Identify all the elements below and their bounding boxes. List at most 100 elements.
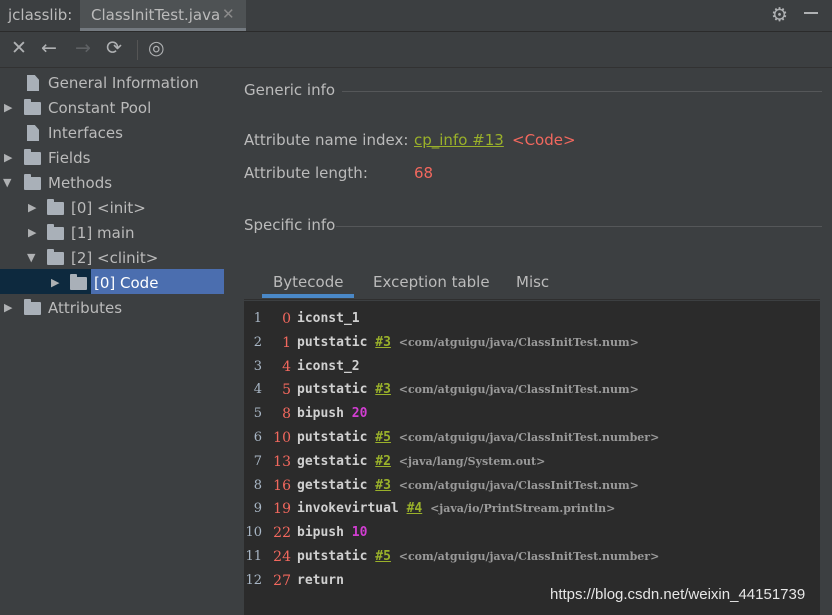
expand-arrow-icon[interactable]: ▶ <box>28 196 36 220</box>
attribute-length-row: Attribute length: 68 <box>244 164 433 182</box>
line-number: 6 <box>253 430 262 445</box>
tab-exception-table[interactable]: Exception table <box>373 273 490 291</box>
collapse-arrow-icon[interactable]: ▼ <box>27 246 35 270</box>
bytecode-offset: 13 <box>273 453 291 470</box>
browser-globe-icon[interactable]: ◎ <box>148 37 165 59</box>
tree-item-code-selected[interactable]: ▶ [0] Code <box>0 271 230 295</box>
bytecode-instruction: return <box>297 572 344 588</box>
tree-item-method-init[interactable]: ▶ [0] <init> <box>0 196 230 220</box>
line-number: 5 <box>253 406 262 422</box>
tab-close-icon[interactable]: ✕ <box>222 5 235 23</box>
attribute-length-label: Attribute length: <box>244 164 368 182</box>
tree-item-fields[interactable]: ▶ Fields <box>0 146 230 170</box>
line-number: 12 <box>245 572 262 588</box>
refresh-icon[interactable]: ⟳ <box>106 37 122 59</box>
bytecode-instruction: putstatic #5 <com/atguigu/java/ClassInit… <box>297 549 660 564</box>
expand-arrow-icon[interactable]: ▶ <box>4 96 12 120</box>
tree-item-general-information[interactable]: General Information <box>0 71 230 95</box>
expand-arrow-icon[interactable]: ▶ <box>4 146 12 170</box>
constant-pool-link[interactable]: #5 <box>375 549 391 564</box>
bytecode-offset: 10 <box>273 430 291 446</box>
line-number: 2 <box>253 334 262 350</box>
bytecode-instruction: bipush 10 <box>297 525 368 541</box>
bytecode-offset: 19 <box>273 501 291 518</box>
forward-arrow-icon[interactable]: → <box>75 37 91 59</box>
tree-item-constant-pool[interactable]: ▶ Constant Pool <box>0 96 230 120</box>
line-number: 9 <box>253 501 262 517</box>
constant-pool-link[interactable]: #3 <box>375 478 391 493</box>
line-number: 8 <box>253 477 262 493</box>
minimize-icon[interactable] <box>804 12 818 14</box>
bytecode-instruction: getstatic #2 <java/lang/System.out> <box>297 453 546 469</box>
constant-pool-link[interactable]: #2 <box>375 454 391 469</box>
bytecode-comment: <java/lang/System.out> <box>398 454 546 468</box>
line-number: 1 <box>253 311 262 326</box>
bytecode-instruction: putstatic #3 <com/atguigu/java/ClassInit… <box>297 334 639 350</box>
bytecode-instruction: invokevirtual #4 <java/io/PrintStream.pr… <box>297 501 616 517</box>
active-tab-indicator <box>262 294 354 298</box>
tab-misc[interactable]: Misc <box>516 273 549 291</box>
folder-icon <box>70 274 87 290</box>
bytecode-offset: 5 <box>282 382 291 399</box>
file-tab[interactable]: ClassInitTest.java ✕ <box>80 0 246 31</box>
expand-arrow-icon[interactable]: ▶ <box>28 221 36 245</box>
section-divider <box>336 226 822 227</box>
line-number: 11 <box>245 549 262 564</box>
tree-item-label: Attributes <box>48 299 123 317</box>
section-divider <box>342 91 822 92</box>
bytecode-offset: 27 <box>273 572 291 589</box>
generic-info-heading: Generic info <box>244 81 336 99</box>
bytecode-instruction: iconst_2 <box>297 358 360 374</box>
back-arrow-icon[interactable]: ← <box>41 37 57 59</box>
tree-item-interfaces[interactable]: Interfaces <box>0 121 230 145</box>
bytecode-offset: 0 <box>282 311 291 327</box>
constant-pool-link[interactable]: #5 <box>375 430 391 445</box>
bytecode-comment: <java/io/PrintStream.println> <box>430 502 616 516</box>
tab-bar: jclasslib: ClassInitTest.java ✕ ⚙ <box>0 0 832 32</box>
line-number: 4 <box>253 382 262 398</box>
attribute-detail-panel: Generic info Attribute name index: cp_in… <box>232 68 832 615</box>
watermark: https://blog.csdn.net/weixin_44151739 <box>550 586 806 603</box>
bytecode-instruction: bipush 20 <box>297 406 368 422</box>
tree-item-label: Methods <box>48 174 113 192</box>
folder-icon <box>47 199 64 215</box>
specific-info-tabs: Bytecode Exception table Misc <box>244 267 820 300</box>
folder-icon <box>24 299 41 315</box>
cp-info-link[interactable]: cp_info #13 <box>414 131 504 149</box>
bytecode-listing[interactable]: 1 0 iconst_1 2 1 putstatic #3 <com/atguigu/ja… <box>244 301 820 615</box>
close-icon[interactable]: ✕ <box>11 37 27 59</box>
bytecode-offset: 24 <box>273 549 291 565</box>
tree-item-label: [0] Code <box>94 274 159 292</box>
tab-bytecode[interactable]: Bytecode <box>273 273 343 291</box>
expand-arrow-icon[interactable]: ▶ <box>51 271 59 295</box>
line-number: 7 <box>253 453 262 469</box>
immediate-operand: 10 <box>351 525 368 541</box>
bytecode-instruction: getstatic #3 <com/atguigu/java/ClassInit… <box>297 477 639 493</box>
collapse-arrow-icon[interactable]: ▼ <box>3 171 11 195</box>
gear-icon[interactable]: ⚙ <box>771 4 788 26</box>
bytecode-comment: <com/atguigu/java/ClassInitTest.num> <box>398 478 639 492</box>
constant-pool-link[interactable]: #3 <box>375 382 391 397</box>
constant-pool-link[interactable]: #4 <box>407 501 423 516</box>
attribute-name-index-label: Attribute name index: <box>244 131 409 149</box>
bytecode-offset: 1 <box>282 334 291 351</box>
tree-item-attributes[interactable]: ▶ Attributes <box>0 296 230 320</box>
line-number: 3 <box>253 358 262 374</box>
folder-icon <box>47 224 64 240</box>
attribute-name-value: <Code> <box>512 131 576 149</box>
bytecode-instruction: putstatic #3 <com/atguigu/java/ClassInit… <box>297 382 639 398</box>
toolbar: ✕ ← → ⟳ ◎ <box>0 32 832 68</box>
tree-item-method-clinit[interactable]: ▼ [2] <clinit> <box>0 246 230 270</box>
tree-item-label: Constant Pool <box>48 99 152 117</box>
bytecode-offset: 4 <box>282 358 291 375</box>
expand-arrow-icon[interactable]: ▶ <box>4 296 12 320</box>
tree-item-label: [1] main <box>71 224 135 242</box>
tree-item-method-main[interactable]: ▶ [1] main <box>0 221 230 245</box>
toolbar-separator <box>137 40 138 60</box>
tree-item-label: General Information <box>48 74 199 92</box>
specific-info-heading: Specific info <box>244 216 336 234</box>
file-icon <box>27 75 39 91</box>
constant-pool-link[interactable]: #3 <box>375 335 391 350</box>
tree-item-methods[interactable]: ▼ Methods <box>0 171 230 195</box>
bytecode-instruction: putstatic #5 <com/atguigu/java/ClassInit… <box>297 430 660 445</box>
